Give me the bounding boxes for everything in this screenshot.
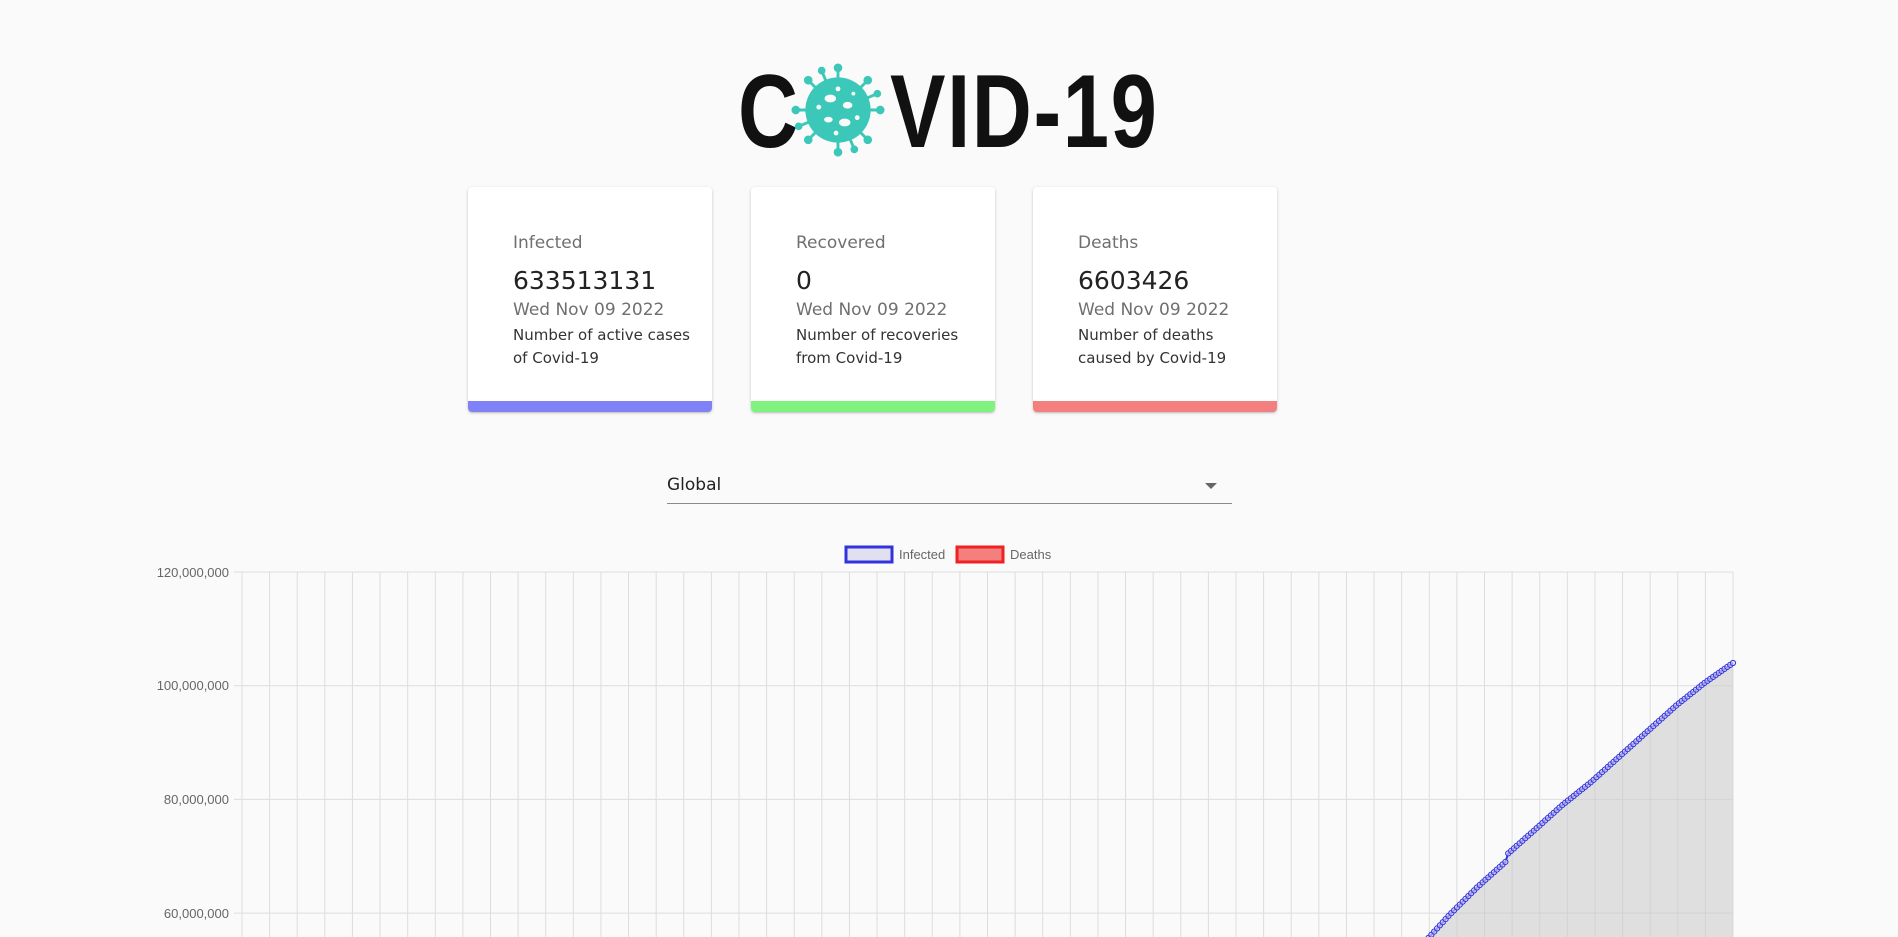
legend-swatch-infected[interactable] — [844, 545, 894, 564]
deaths-card: Deaths 6603426 Wed Nov 09 2022 Number of… — [1033, 187, 1277, 412]
card-title: Infected — [513, 233, 583, 253]
card-value: 0 — [796, 266, 812, 295]
chart-area — [1420, 659, 1737, 937]
logo-text-rest: VID-19 — [890, 54, 1159, 170]
cases-chart: Infected Deaths 120,000,000 100,000,000 … — [157, 545, 1737, 937]
chevron-down-icon[interactable] — [1205, 483, 1217, 489]
card-date: Wed Nov 09 2022 — [513, 300, 665, 320]
y-tick-label: 100,000,000 — [157, 678, 229, 693]
legend-swatch-deaths[interactable] — [955, 545, 1005, 564]
card-description: Number of deaths caused by Covid-19 — [1078, 326, 1227, 367]
infected-card: Infected 633513131 Wed Nov 09 2022 Numbe… — [468, 187, 712, 412]
card-date: Wed Nov 09 2022 — [1078, 300, 1230, 320]
y-tick-label: 80,000,000 — [164, 792, 229, 807]
legend-label-deaths[interactable]: Deaths — [1010, 547, 1052, 562]
y-tick-label: 60,000,000 — [164, 906, 229, 921]
recovered-card: Recovered 0 Wed Nov 09 2022 Number of re… — [751, 187, 995, 412]
chart-legend: Infected Deaths — [844, 545, 1052, 564]
card-value: 6603426 — [1078, 266, 1190, 295]
card-color-bar — [751, 401, 995, 412]
card-description: Number of active cases of Covid-19 — [513, 326, 690, 367]
card-value: 633513131 — [513, 266, 657, 295]
card-title: Recovered — [796, 233, 886, 253]
country-select[interactable]: Global — [667, 468, 1232, 504]
card-title: Deaths — [1078, 233, 1139, 253]
card-color-bar — [1033, 401, 1277, 412]
infected-point[interactable] — [1729, 659, 1737, 667]
country-select-value: Global — [667, 475, 722, 495]
y-tick-label: 120,000,000 — [157, 565, 229, 580]
legend-label-infected[interactable]: Infected — [899, 547, 945, 562]
y-axis-ticks: 120,000,000 100,000,000 80,000,000 60,00… — [157, 565, 229, 921]
virus-icon — [791, 63, 885, 157]
page: C VID-19 Infected 633513131 Wed Nov 09 2… — [0, 0, 1898, 937]
card-description: Number of recoveries from Covid-19 — [796, 326, 959, 367]
infected-point[interactable] — [1502, 858, 1509, 865]
card-color-bar — [468, 401, 712, 412]
card-date: Wed Nov 09 2022 — [796, 300, 948, 320]
